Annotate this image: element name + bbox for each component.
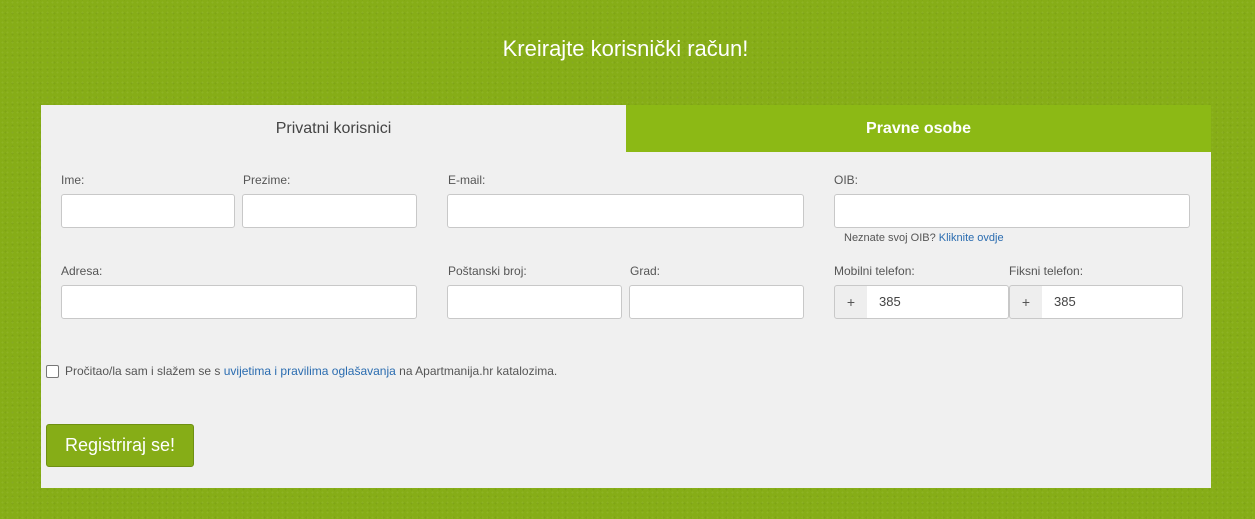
mobile-phone-input[interactable]: 385 <box>867 285 1009 319</box>
last-name-label: Prezime: <box>243 173 291 187</box>
registration-form-panel: Privatni korisnici Pravne osobe Ime: Pre… <box>41 105 1211 488</box>
city-label: Grad: <box>630 264 661 278</box>
postal-code-input[interactable] <box>447 285 622 319</box>
terms-text: Pročitao/la sam i slažem se s uvijetima … <box>65 364 557 378</box>
terms-link[interactable]: uvijetima i pravilima oglašavanja <box>224 364 396 378</box>
landline-phone-input[interactable]: 385 <box>1042 285 1183 319</box>
page-title: Kreirajte korisnički račun! <box>502 36 749 61</box>
tab-private-users[interactable]: Privatni korisnici <box>41 105 626 152</box>
terms-text-before: Pročitao/la sam i slažem se s <box>65 364 221 378</box>
terms-checkbox[interactable] <box>46 365 59 378</box>
landline-phone-prefix: + <box>1009 285 1043 319</box>
first-name-input[interactable] <box>61 194 235 228</box>
email-label: E-mail: <box>448 173 486 187</box>
oib-hint-link[interactable]: Kliknite ovdje <box>939 232 1004 244</box>
mobile-phone-label: Mobilni telefon: <box>834 264 915 278</box>
address-input[interactable] <box>61 285 417 319</box>
terms-text-after: na Apartmanija.hr katalozima. <box>399 364 558 378</box>
oib-label: OIB: <box>834 173 859 187</box>
oib-hint: Neznate svoj OIB? Kliknite ovdje <box>844 232 1004 244</box>
register-button[interactable]: Registriraj se! <box>46 424 194 467</box>
address-label: Adresa: <box>61 264 103 278</box>
oib-hint-text: Neznate svoj OIB? <box>844 232 936 244</box>
mobile-phone-prefix: + <box>834 285 868 319</box>
postal-code-label: Poštanski broj: <box>448 264 527 278</box>
oib-input[interactable] <box>834 194 1190 228</box>
last-name-input[interactable] <box>242 194 417 228</box>
email-input[interactable] <box>447 194 804 228</box>
landline-phone-label: Fiksni telefon: <box>1009 264 1084 278</box>
first-name-label: Ime: <box>61 173 85 187</box>
tab-legal-entities[interactable]: Pravne osobe <box>626 105 1211 152</box>
city-input[interactable] <box>629 285 804 319</box>
